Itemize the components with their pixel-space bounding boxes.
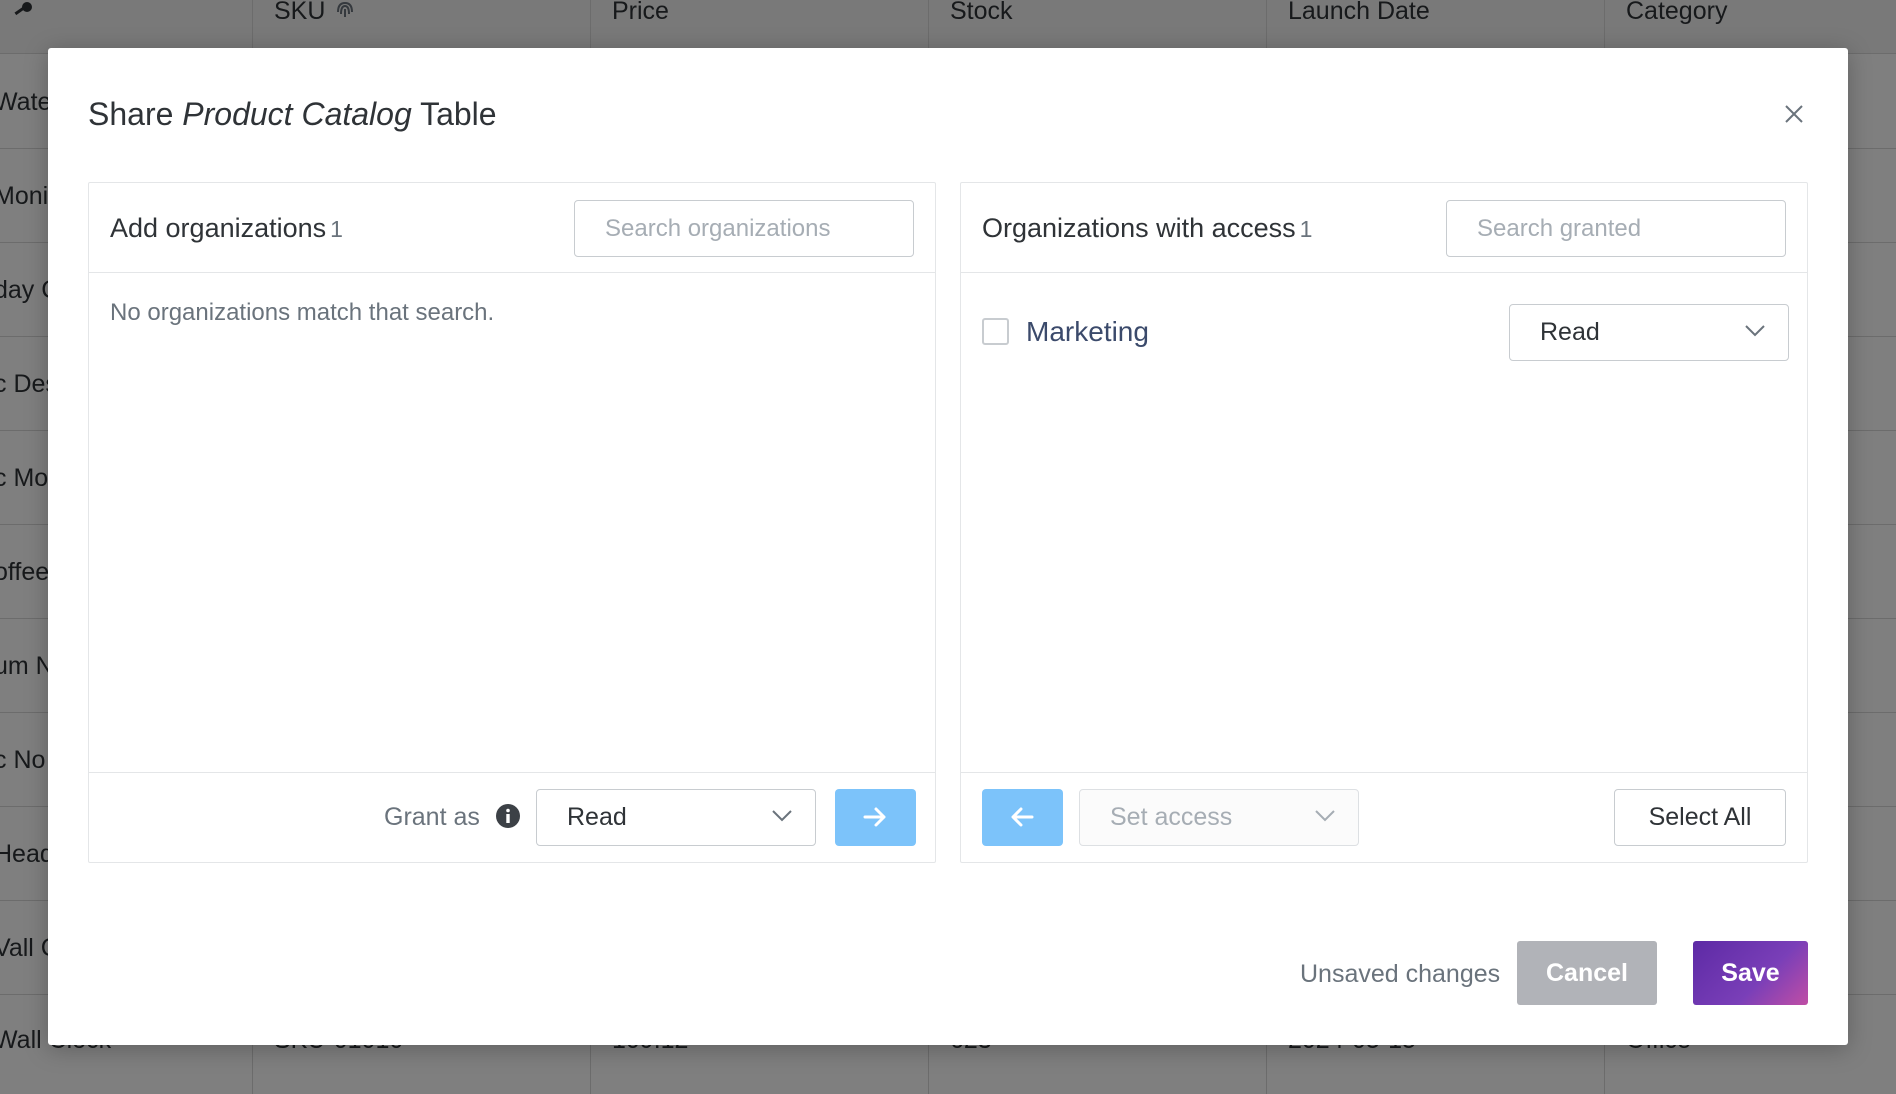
close-icon xyxy=(1785,105,1803,123)
unsaved-changes-status: Unsaved changes xyxy=(1300,960,1501,988)
organizations-with-access-count: 1 xyxy=(1299,216,1313,242)
add-organizations-heading: Add organizations xyxy=(110,213,327,243)
info-icon[interactable] xyxy=(495,803,521,829)
panel-heading: Add organizations 1 xyxy=(110,213,343,244)
panel-footer: Set access Select All xyxy=(961,772,1807,862)
panel-header: Organizations with access 1 xyxy=(961,183,1807,273)
grant-access-value: Read xyxy=(567,803,627,831)
chevron-down-icon xyxy=(1315,810,1335,822)
select-all-button[interactable]: Select All xyxy=(1614,789,1786,846)
arrow-left-icon xyxy=(1011,807,1034,827)
add-organizations-count: 1 xyxy=(330,216,343,242)
chevron-down-icon xyxy=(1745,325,1765,337)
grant-access-select[interactable]: Read xyxy=(536,789,816,846)
search-organizations-input[interactable] xyxy=(574,200,914,257)
add-to-access-button[interactable] xyxy=(835,789,916,846)
cancel-button[interactable]: Cancel xyxy=(1517,941,1657,1005)
grant-as-label: Grant as xyxy=(384,803,480,831)
dialog-title-suffix: Table xyxy=(420,96,497,132)
search-granted-input[interactable] xyxy=(1446,200,1786,257)
save-button[interactable]: Save xyxy=(1693,941,1808,1005)
share-dialog: Share Product Catalog Table Add organiza… xyxy=(48,48,1848,1045)
list-item: Marketing Read xyxy=(982,304,1789,361)
panel-header: Add organizations 1 xyxy=(89,183,935,273)
chevron-down-icon xyxy=(772,810,792,822)
organizations-with-access-panel: Organizations with access1 Marketing Rea… xyxy=(960,182,1808,863)
dialog-title-table-name: Product Catalog xyxy=(182,96,412,132)
add-organizations-panel: Add organizations1 No organizations matc… xyxy=(88,182,936,863)
set-access-select[interactable]: Set access xyxy=(1079,789,1359,846)
remove-access-button[interactable] xyxy=(982,789,1063,846)
dialog-title-prefix: Share xyxy=(88,96,174,132)
panel-heading: Organizations with access 1 xyxy=(982,213,1312,244)
panel-footer: Grant as Read xyxy=(89,772,935,862)
organization-access-value: Read xyxy=(1540,318,1600,346)
organization-access-select[interactable]: Read xyxy=(1509,304,1789,361)
dialog-title: Share Product Catalog Table xyxy=(88,96,497,133)
set-access-placeholder: Set access xyxy=(1110,803,1233,831)
arrow-right-icon xyxy=(863,807,886,827)
organization-checkbox[interactable] xyxy=(982,318,1009,345)
empty-results-message: No organizations match that search. xyxy=(110,299,495,326)
close-button[interactable] xyxy=(1780,100,1808,128)
organization-name: Marketing xyxy=(1026,316,1149,347)
organizations-with-access-heading: Organizations with access xyxy=(982,213,1296,243)
